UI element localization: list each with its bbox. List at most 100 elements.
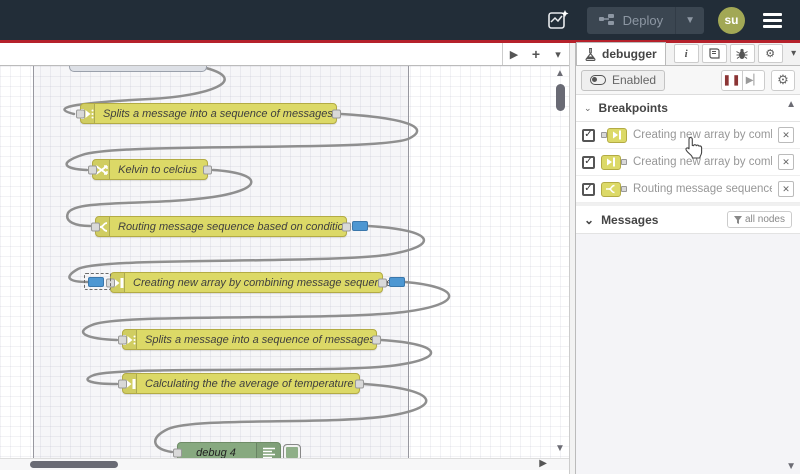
scroll-down-icon[interactable]: ▼: [555, 443, 565, 454]
hamburger-icon: [763, 12, 782, 16]
flow-list-button[interactable]: ▾: [547, 43, 569, 65]
breakpoint-checkbox[interactable]: ✓: [582, 155, 595, 169]
step-icon: ▶▏: [745, 74, 762, 86]
remove-breakpoint-button[interactable]: ✕: [778, 127, 794, 143]
pause-button[interactable]: ❚❚: [721, 69, 743, 91]
breakpoint-checkbox[interactable]: ✓: [582, 128, 595, 142]
remove-breakpoint-button[interactable]: ✕: [778, 181, 794, 197]
output-port[interactable]: [378, 278, 387, 287]
bug-icon: [736, 48, 748, 59]
input-port[interactable]: [118, 379, 127, 388]
canvas-vscrollbar[interactable]: ▲ ▼: [553, 66, 568, 458]
deploy-label: Deploy: [622, 12, 664, 28]
message-filter-button[interactable]: all nodes: [726, 211, 792, 228]
node-label: Creating new array by combining message …: [133, 276, 393, 289]
triangle-right-icon: ▶: [509, 48, 519, 61]
sidebar-splitter[interactable]: [569, 43, 576, 474]
add-flow-button[interactable]: +: [525, 43, 547, 65]
breakpoint-checkbox[interactable]: ✓: [582, 182, 595, 196]
bottom-strip: [0, 470, 569, 474]
node-join-creating[interactable]: Creating new array by combining message …: [106, 272, 392, 293]
node-switch-routing[interactable]: Routing message sequence based on condit…: [91, 216, 351, 237]
switch-icon: [601, 181, 621, 197]
debugger-enabled-toggle[interactable]: Enabled: [581, 69, 666, 91]
chevron-down-icon: ⌄: [584, 212, 595, 227]
mini-node-switch-output: [601, 181, 627, 197]
avatar[interactable]: su: [718, 6, 745, 34]
enabled-label: Enabled: [612, 73, 657, 87]
clipped-node[interactable]: [69, 66, 207, 72]
output-port[interactable]: [342, 222, 351, 231]
tab-scroll-right-button[interactable]: ▶: [503, 43, 525, 65]
breakpoint-row[interactable]: ✓ Routing message sequence based on cond…: [576, 176, 800, 203]
input-port[interactable]: [76, 109, 85, 118]
flow-canvas[interactable]: Splits a message into a sequence of mess…: [0, 66, 569, 458]
sidebar-scroll-up-icon[interactable]: ▲: [786, 99, 796, 110]
pause-icon: ❚❚: [722, 74, 742, 86]
flask-icon: [585, 47, 596, 61]
debugger-toolbar: Enabled ❚❚ ▶▏ ⚙: [576, 66, 800, 95]
node-change-kelvin[interactable]: Kelvin to celcius: [88, 159, 212, 180]
breakpoint-marker-creating-input[interactable]: [88, 277, 104, 287]
output-port[interactable]: [372, 335, 381, 344]
help-tab-button[interactable]: [701, 44, 727, 63]
scroll-right-icon[interactable]: ▶: [539, 458, 547, 469]
section-title: Messages: [601, 212, 659, 227]
deploy-options-button[interactable]: ▼: [675, 6, 704, 34]
node-debug-4[interactable]: debug 4: [173, 442, 301, 459]
output-port[interactable]: [332, 109, 341, 118]
node-label: Splits a message into a sequence of mess…: [103, 107, 336, 120]
node-split-1[interactable]: Splits a message into a sequence of mess…: [76, 103, 341, 124]
messages-section-header[interactable]: ⌄ Messages all nodes: [576, 203, 800, 234]
output-port[interactable]: [203, 165, 212, 174]
node-split-2[interactable]: Splits a message into a sequence of mess…: [118, 329, 381, 350]
node-label: debug 4: [196, 446, 236, 459]
step-button[interactable]: ▶▏: [743, 69, 765, 91]
tab-label: debugger: [602, 47, 657, 61]
input-port[interactable]: [173, 448, 182, 457]
mini-port-icon: [621, 186, 627, 192]
mini-node-join-input: [601, 127, 627, 143]
toggle-on-icon: [590, 75, 606, 85]
deploy-button[interactable]: Deploy ▼: [586, 6, 704, 34]
node-label: Calculating the the average of temperatu…: [145, 377, 354, 390]
vscroll-thumb[interactable]: [556, 84, 565, 111]
mini-port-icon: [621, 159, 627, 165]
hscroll-thumb[interactable]: [30, 461, 118, 468]
chevron-down-icon: ▾: [555, 48, 561, 61]
config-tab-button[interactable]: ⚙: [757, 44, 783, 63]
sidebar: debugger i ⚙ ▾ Enabled ❚❚ ▶▏ ⚙ ⌄ Breakpo…: [576, 42, 800, 474]
deploy-icon: [598, 14, 614, 25]
workspace: ▶ + ▾ Splits a message into a sequence o…: [0, 43, 569, 474]
output-port[interactable]: [355, 379, 364, 388]
debug-icon: [256, 443, 280, 458]
section-title: Breakpoints: [598, 101, 668, 115]
node-join-calculating[interactable]: Calculating the the average of temperatu…: [118, 373, 364, 394]
remove-breakpoint-button[interactable]: ✕: [778, 154, 794, 170]
wires: [63, 66, 451, 454]
breakpoint-marker-routing-output[interactable]: [352, 221, 368, 231]
input-port[interactable]: [88, 165, 97, 174]
mini-node-join-output: [601, 154, 627, 170]
canvas-hscrollbar[interactable]: ▶: [0, 458, 569, 470]
ai-flow-button[interactable]: [543, 5, 573, 35]
sidebar-tab-list-button[interactable]: ▾: [786, 48, 800, 59]
breakpoints-section-header[interactable]: ⌄ Breakpoints: [576, 95, 800, 122]
gear-icon: ⚙: [777, 72, 789, 87]
input-port[interactable]: [91, 222, 100, 231]
breakpoint-marker-creating-output[interactable]: [389, 277, 405, 287]
main-menu-button[interactable]: [759, 9, 786, 32]
join-icon: [601, 154, 621, 170]
scroll-up-icon[interactable]: ▲: [555, 68, 565, 79]
chevron-down-icon: ⌄: [584, 102, 592, 113]
mouse-cursor-hand: [685, 136, 703, 159]
breakpoint-label: Routing message sequence based on condit…: [633, 183, 772, 195]
tab-debugger[interactable]: debugger: [576, 42, 666, 65]
debugger-settings-button[interactable]: ⚙: [771, 69, 795, 91]
info-tab-button[interactable]: i: [673, 44, 699, 63]
debug-enable-toggle[interactable]: [283, 444, 301, 458]
input-port[interactable]: [118, 335, 127, 344]
sidebar-scroll-down-icon[interactable]: ▼: [786, 461, 796, 472]
debug-tab-button[interactable]: [729, 44, 755, 63]
filter-icon: [733, 215, 742, 224]
